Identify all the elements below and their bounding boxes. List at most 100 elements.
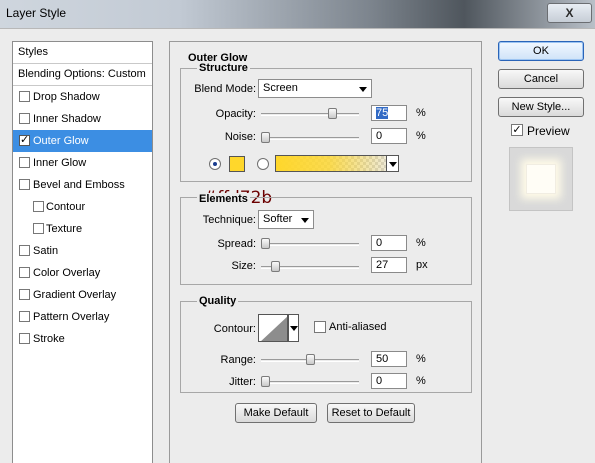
gradient-radio[interactable] (257, 158, 269, 170)
preview-swatch (526, 164, 556, 194)
style-checkbox[interactable]: ✓ (19, 135, 30, 146)
jitter-slider[interactable] (261, 376, 359, 387)
glow-color-swatch[interactable] (229, 156, 245, 172)
spread-slider[interactable] (261, 238, 359, 249)
jitter-unit: % (416, 375, 426, 387)
noise-label: Noise: (224, 131, 256, 143)
jitter-slider-thumb[interactable] (261, 376, 270, 387)
styles-header[interactable]: Styles (13, 42, 152, 64)
blending-options-item[interactable]: Blending Options: Custom (13, 64, 152, 86)
structure-title: Structure (197, 62, 250, 74)
solid-color-radio[interactable] (209, 158, 221, 170)
style-item-pattern-overlay[interactable]: Pattern Overlay (13, 306, 152, 328)
opacity-input[interactable]: 75 (371, 105, 407, 121)
style-item-contour[interactable]: Contour (13, 196, 152, 218)
make-default-button[interactable]: Make Default (235, 403, 317, 423)
spread-slider-thumb[interactable] (261, 238, 270, 249)
size-slider[interactable] (261, 261, 359, 272)
style-checkbox[interactable] (19, 113, 30, 124)
size-slider-thumb[interactable] (270, 261, 280, 272)
size-input[interactable]: 27 (371, 257, 407, 273)
anti-aliased-label: Anti-aliased (329, 321, 387, 333)
style-item-label: Pattern Overlay (33, 311, 110, 323)
size-unit: px (416, 259, 428, 271)
range-label: Range: (220, 354, 256, 366)
style-item-label: Bevel and Emboss (33, 179, 125, 191)
gradient-fill (276, 156, 396, 171)
spread-label: Spread: (217, 238, 256, 250)
spread-unit: % (416, 237, 426, 249)
reset-to-default-button[interactable]: Reset to Default (327, 403, 415, 423)
jitter-input[interactable]: 0 (371, 373, 407, 389)
opacity-label: Opacity: (215, 108, 256, 120)
style-checkbox[interactable] (19, 179, 30, 190)
styles-list: Styles Blending Options: Custom Drop Sha… (12, 41, 153, 463)
range-slider-thumb[interactable] (305, 354, 315, 365)
spread-input[interactable]: 0 (371, 235, 407, 251)
close-button[interactable]: X (547, 3, 592, 23)
quality-title: Quality (197, 295, 239, 307)
jitter-label: Jitter: (229, 376, 256, 388)
range-slider[interactable] (261, 354, 359, 365)
technique-label: Technique: (202, 214, 256, 226)
new-style-button[interactable]: New Style... (498, 97, 584, 117)
style-item-label: Color Overlay (33, 267, 101, 279)
style-item-texture[interactable]: Texture (13, 218, 152, 240)
style-item-outer-glow[interactable]: ✓ Outer Glow (13, 130, 152, 152)
style-item-label: Drop Shadow (33, 91, 100, 103)
style-checkbox[interactable] (19, 157, 30, 168)
style-checkbox[interactable] (19, 311, 30, 322)
quality-group: Quality Contour: Anti-aliased Range: 50 … (180, 295, 472, 393)
noise-input[interactable]: 0 (371, 128, 407, 144)
elements-group: Elements Technique: Softer Spread: 0 % S… (180, 193, 472, 285)
style-item-gradient-overlay[interactable]: Gradient Overlay (13, 284, 152, 306)
anti-aliased-checkbox[interactable] (314, 321, 326, 333)
ok-button[interactable]: OK (498, 41, 584, 61)
style-item-label: Satin (33, 245, 59, 257)
opacity-unit: % (416, 107, 426, 119)
range-input[interactable]: 50 (371, 351, 407, 367)
gradient-dropdown-button[interactable] (386, 155, 399, 172)
opacity-slider-thumb[interactable] (327, 108, 337, 119)
style-item-color-overlay[interactable]: Color Overlay (13, 262, 152, 284)
style-item-stroke[interactable]: Stroke (13, 328, 152, 350)
technique-select[interactable]: Softer (258, 210, 314, 229)
range-unit: % (416, 353, 426, 365)
style-item-drop-shadow[interactable]: Drop Shadow (13, 86, 152, 108)
style-item-label: Gradient Overlay (33, 289, 117, 301)
style-checkbox[interactable] (19, 289, 30, 300)
contour-preview[interactable] (258, 314, 288, 342)
outer-glow-panel: Outer Glow Structure Blend Mode: Screen … (169, 41, 482, 463)
style-preview (509, 147, 573, 211)
opacity-value: 75 (376, 107, 389, 119)
style-item-satin[interactable]: Satin (13, 240, 152, 262)
window-title: Layer Style (6, 6, 67, 20)
blend-mode-label: Blend Mode: (194, 83, 256, 95)
cancel-button[interactable]: Cancel (498, 69, 584, 89)
contour-dropdown-button[interactable] (288, 314, 299, 342)
style-items: Drop Shadow Inner Shadow ✓ Outer Glow Inner … (13, 86, 152, 350)
style-item-inner-glow[interactable]: Inner Glow (13, 152, 152, 174)
elements-title: Elements (197, 193, 250, 205)
style-checkbox[interactable] (19, 267, 30, 278)
style-item-inner-shadow[interactable]: Inner Shadow (13, 108, 152, 130)
size-label: Size: (231, 260, 256, 272)
check-icon: ✓ (512, 124, 522, 136)
style-checkbox[interactable] (19, 245, 30, 256)
dialog-body: Styles Blending Options: Custom Drop Sha… (0, 28, 595, 463)
noise-slider[interactable] (261, 132, 359, 143)
technique-value: Softer (263, 213, 293, 225)
style-item-label: Outer Glow (33, 135, 89, 147)
blend-mode-select[interactable]: Screen (258, 79, 372, 98)
style-checkbox[interactable] (33, 201, 44, 212)
style-item-label: Inner Glow (33, 157, 87, 169)
style-checkbox[interactable] (19, 91, 30, 102)
style-checkbox[interactable] (33, 223, 44, 234)
style-item-bevel-and-emboss[interactable]: Bevel and Emboss (13, 174, 152, 196)
opacity-slider[interactable] (261, 108, 359, 119)
style-checkbox[interactable] (19, 333, 30, 344)
preview-checkbox[interactable]: ✓ (511, 124, 523, 136)
noise-slider-thumb[interactable] (261, 132, 270, 143)
gradient-picker[interactable] (275, 155, 397, 172)
blend-mode-value: Screen (263, 82, 298, 94)
